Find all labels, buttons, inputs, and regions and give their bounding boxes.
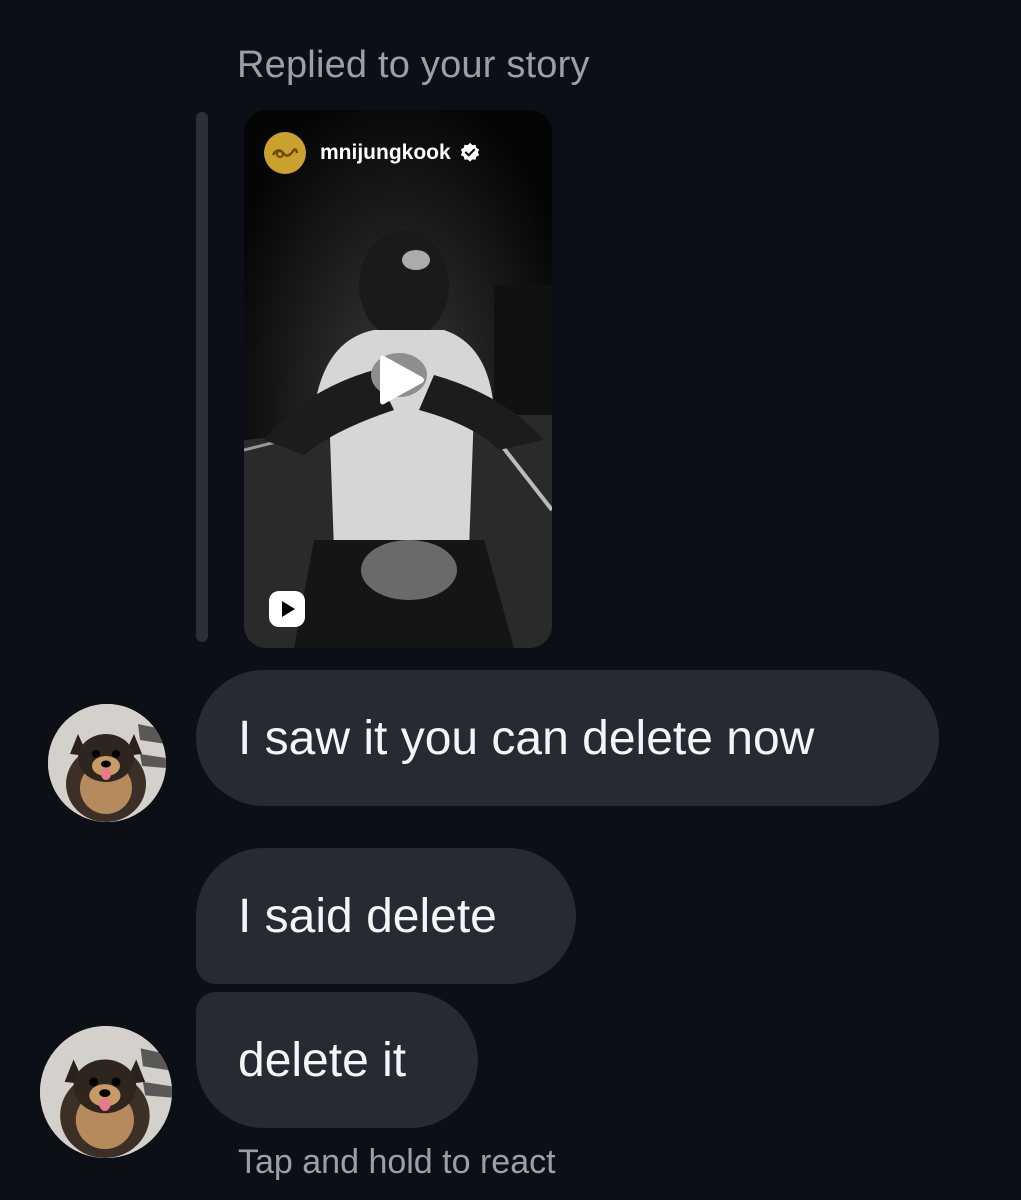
story-preview-card[interactable]: mnijungkook [244, 110, 552, 648]
verified-badge-icon [460, 142, 479, 162]
react-hint: Tap and hold to react [238, 1143, 556, 1181]
story-owner-avatar[interactable] [264, 132, 306, 174]
story-username[interactable]: mnijungkook [320, 141, 451, 165]
story-header: mnijungkook [264, 132, 481, 174]
story-owner-logo-icon [271, 148, 299, 158]
story-reply-label: Replied to your story [237, 44, 590, 86]
pomeranian-avatar-image [40, 1026, 172, 1158]
reply-quote-bar [196, 112, 208, 642]
message-bubble[interactable]: I said delete [196, 848, 576, 984]
message-bubble[interactable]: delete it [196, 992, 478, 1128]
play-icon[interactable] [368, 348, 432, 412]
reel-icon [269, 591, 305, 627]
sender-avatar[interactable] [48, 704, 166, 822]
message-bubble[interactable]: I saw it you can delete now [196, 670, 939, 806]
sender-avatar[interactable] [40, 1026, 172, 1158]
pomeranian-avatar-image [48, 704, 166, 822]
